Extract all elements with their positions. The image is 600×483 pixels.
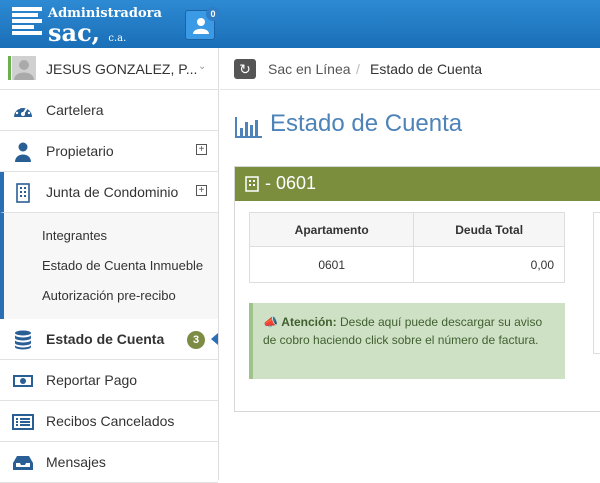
building-icon — [16, 183, 30, 203]
table-row: 0601 0,00 — [248, 246, 565, 283]
panel-title: - 0601 — [265, 173, 317, 193]
sidebar-item-label: Cartelera — [46, 102, 104, 118]
column-header-deuda: Deuda Total — [413, 212, 565, 247]
panel-header: - 0601 — [235, 167, 600, 201]
expand-plus-icon[interactable]: + — [196, 185, 207, 196]
debt-table: Apartamento Deuda Total 0601 0,00 — [248, 212, 565, 283]
bar-chart-icon — [235, 117, 262, 138]
sidebar-item-reportar-pago[interactable]: Reportar Pago — [0, 360, 218, 401]
sidebar-item-propietario[interactable]: Propietario + — [0, 131, 218, 172]
sidebar-item-label: Junta de Condominio — [46, 184, 179, 200]
dashboard-icon — [14, 106, 32, 117]
sidebar-item-mensajes[interactable]: Mensajes — [0, 442, 218, 483]
main-content: ↻ Sac en Línea / Estado de Cuenta Estado… — [220, 48, 600, 480]
sidebar-item-estado-cuenta[interactable]: Estado de Cuenta 3 — [0, 319, 218, 360]
user-name: JESUS GONZALEZ, P... — [46, 61, 198, 77]
money-icon — [13, 375, 33, 387]
sidebar-item-label: Mensajes — [46, 454, 106, 470]
sidebar-item-label: Reportar Pago — [46, 372, 138, 388]
notification-badge: 0 — [206, 7, 220, 21]
submenu-item-autorizacion[interactable]: Autorización pre-recibo — [4, 281, 218, 311]
logo-main-text: sac, c.a. — [48, 18, 127, 47]
sidebar-item-label: Recibos Cancelados — [46, 413, 175, 429]
sidebar-item-recibos[interactable]: Recibos Cancelados — [0, 401, 218, 442]
chevron-down-icon[interactable]: ⌄ — [198, 61, 206, 72]
active-caret-icon — [211, 333, 218, 345]
sidebar: JESUS GONZALEZ, P... ⌄ Cartelera Propiet… — [0, 48, 219, 483]
top-navbar: Administradora sac, c.a. 0 — [0, 0, 600, 48]
user-icon — [193, 18, 209, 34]
expand-plus-icon[interactable]: + — [196, 144, 207, 155]
sidebar-item-label: Estado de Cuenta — [46, 331, 165, 347]
page-title-text: Estado de Cuenta — [270, 110, 463, 137]
logo-mark-icon — [12, 7, 48, 41]
breadcrumb-root-link[interactable]: Sac en Línea — [268, 61, 351, 77]
cell-deuda: 0,00 — [413, 246, 565, 283]
app-logo[interactable]: Administradora sac, c.a. — [8, 4, 162, 47]
user-menu-button[interactable]: 0 — [185, 7, 220, 40]
breadcrumb-current: Estado de Cuenta — [370, 61, 483, 77]
info-alert: 📣 Atención: Desde aquí puede descargar s… — [249, 303, 565, 379]
inbox-icon — [13, 456, 33, 470]
avatar — [12, 56, 36, 80]
database-icon — [15, 330, 31, 350]
count-badge: 3 — [187, 331, 205, 349]
list-icon — [12, 414, 34, 430]
alert-label: Atención: — [281, 315, 337, 329]
cell-apartamento: 0601 — [248, 246, 415, 283]
user-profile-row[interactable]: JESUS GONZALEZ, P... ⌄ — [0, 48, 218, 90]
refresh-icon[interactable]: ↻ — [234, 59, 256, 79]
sidebar-item-label: Propietario — [46, 143, 114, 159]
user-icon — [15, 142, 31, 162]
online-indicator — [8, 56, 11, 80]
building-icon — [245, 176, 259, 192]
column-header-apartamento: Apartamento — [248, 212, 415, 247]
submenu-item-estado-inmueble[interactable]: Estado de Cuenta Inmueble — [4, 251, 218, 281]
submenu-item-integrantes[interactable]: Integrantes — [4, 221, 218, 251]
breadcrumb-separator: / — [356, 61, 360, 77]
sidebar-item-cartelera[interactable]: Cartelera — [0, 90, 218, 131]
account-panel: - 0601 Apartamento Deuda Total 0601 0,00… — [234, 166, 600, 412]
breadcrumb: ↻ Sac en Línea / Estado de Cuenta — [220, 48, 600, 90]
partial-table-edge — [593, 212, 600, 354]
megaphone-icon: 📣 — [263, 315, 278, 329]
sidebar-item-junta[interactable]: Junta de Condominio + — [0, 172, 218, 213]
junta-submenu: Integrantes Estado de Cuenta Inmueble Au… — [0, 213, 218, 319]
